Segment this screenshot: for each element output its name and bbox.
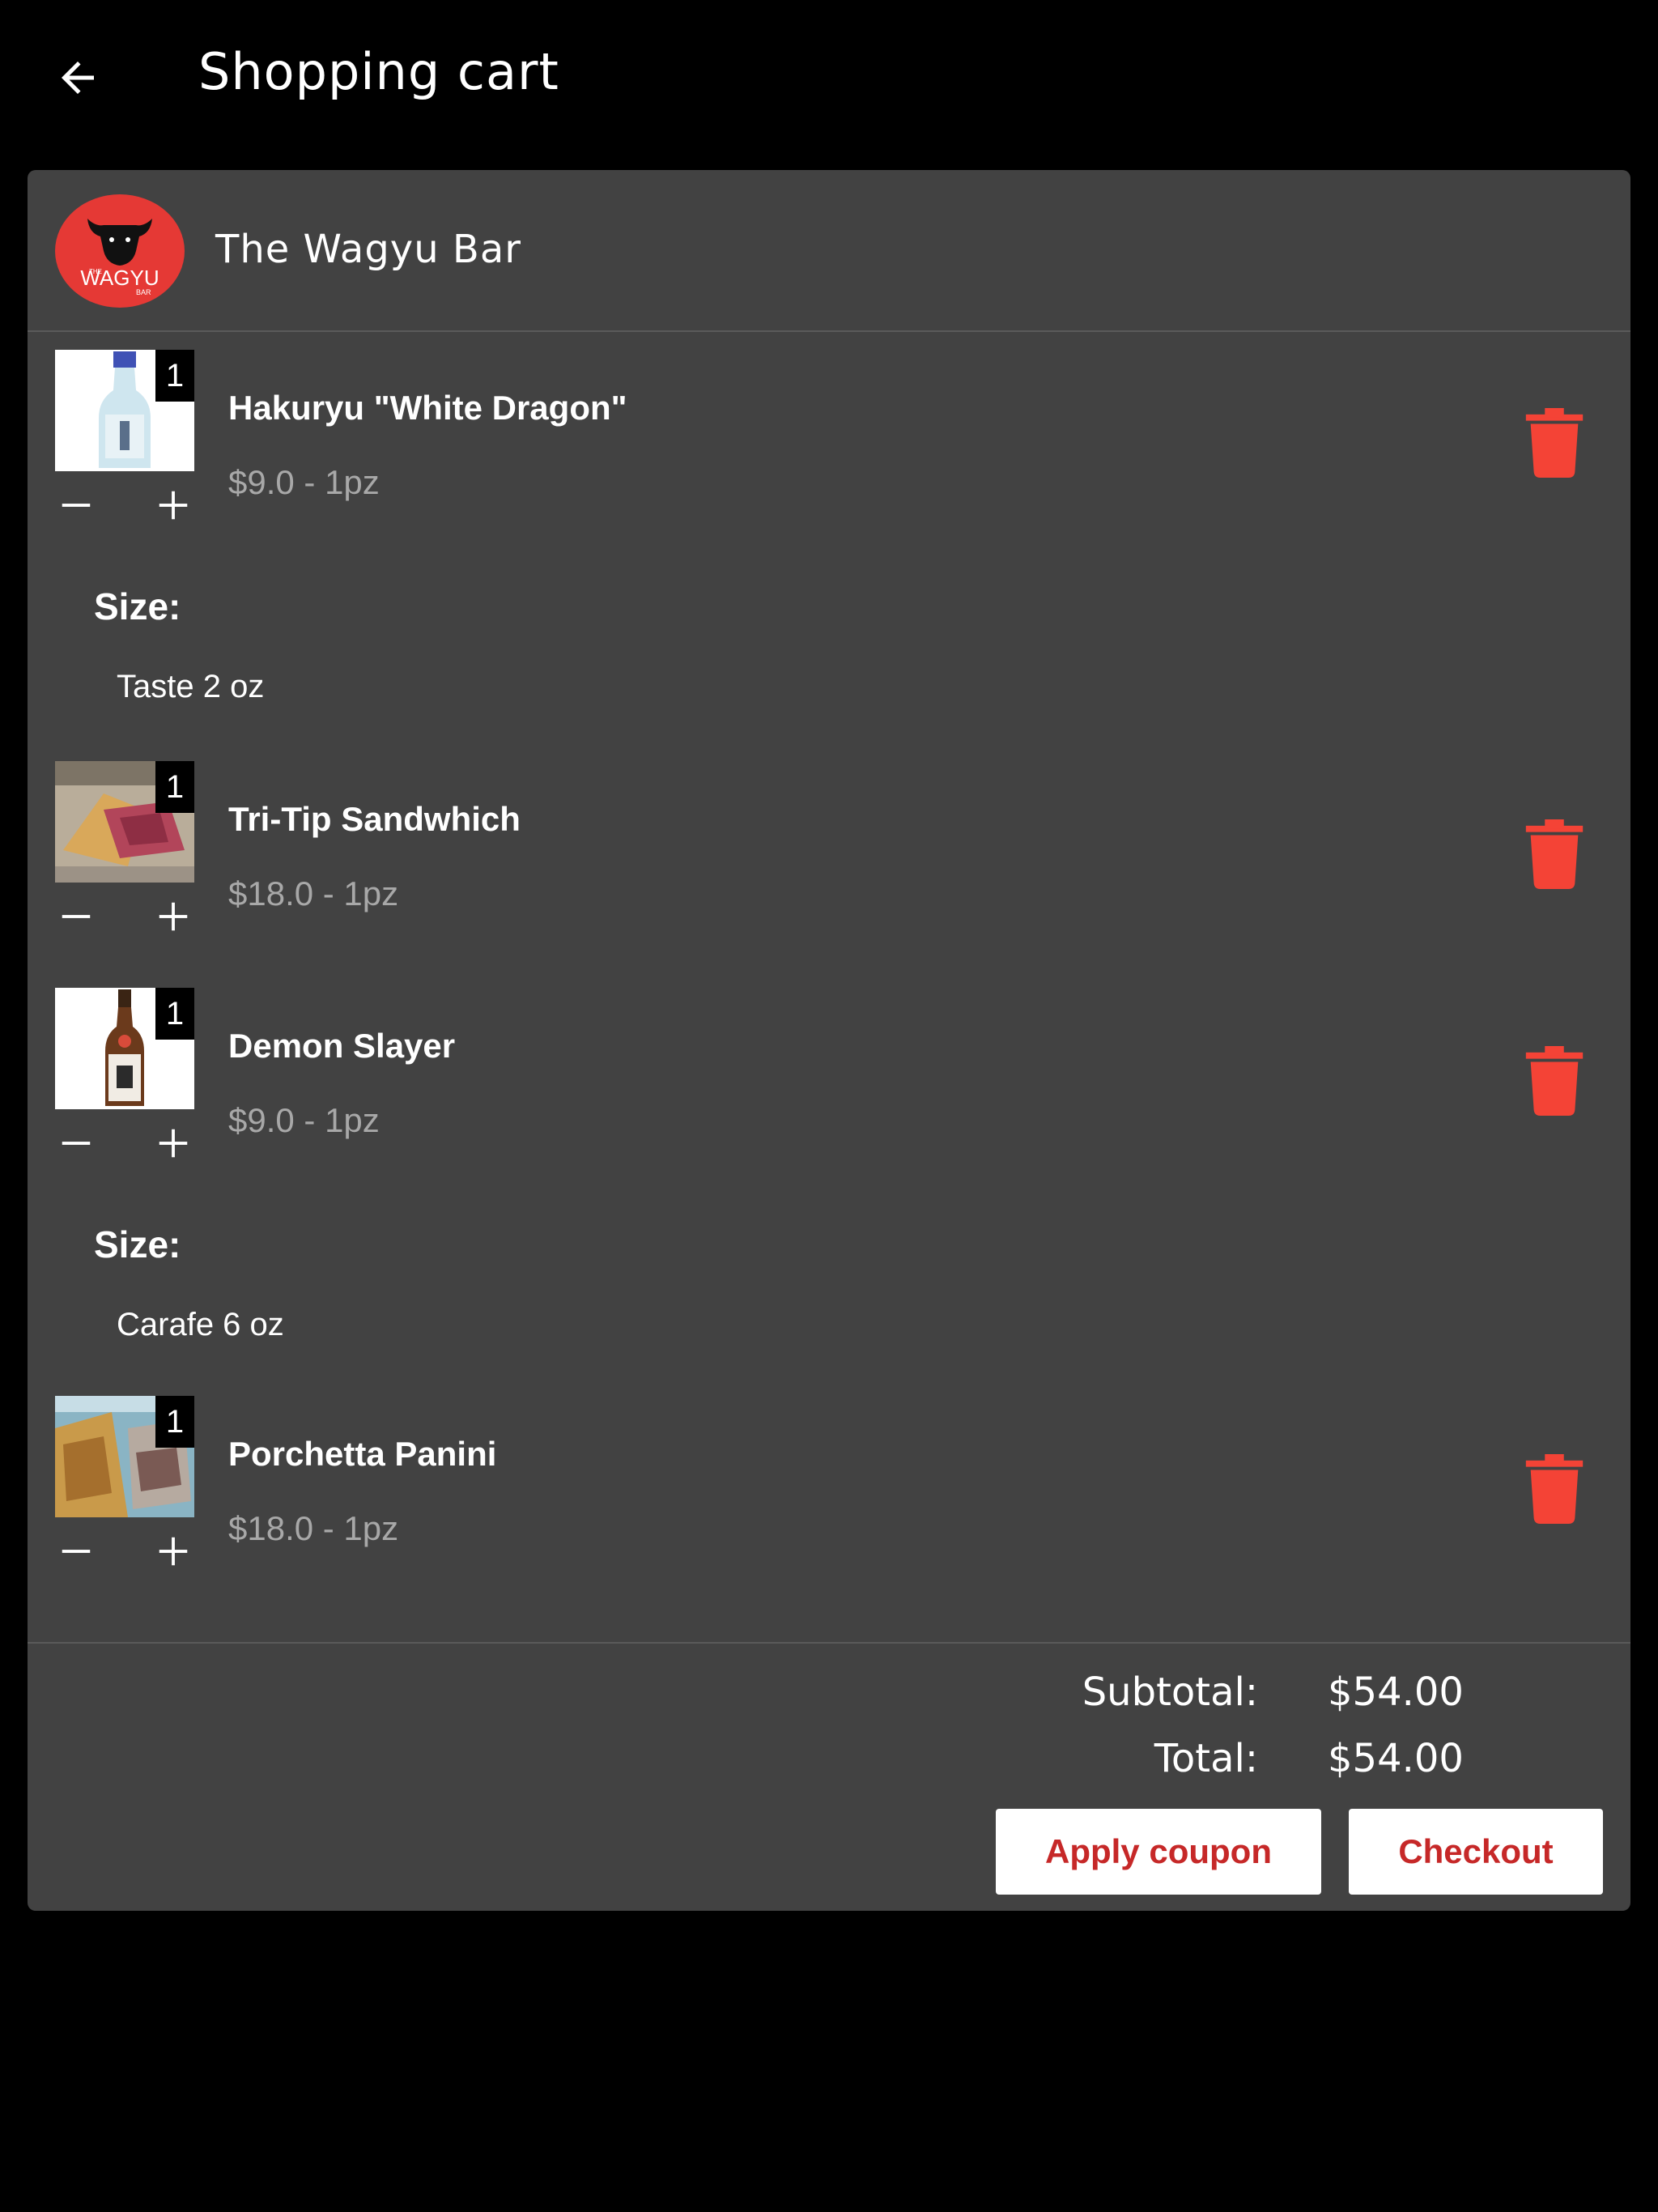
back-button[interactable] (45, 45, 110, 110)
delete-item-button[interactable] (1522, 818, 1587, 891)
arrow-left-icon (62, 62, 94, 94)
trash-icon (1525, 819, 1584, 889)
app-root: Shopping cart THE WAGYU BAR The Wagyu Ba… (0, 0, 1658, 2212)
plus-icon (159, 491, 188, 520)
subtotal-value: $54.00 (1328, 1670, 1464, 1715)
total-value: $54.00 (1328, 1736, 1464, 1781)
trash-icon (1525, 408, 1584, 478)
increase-quantity-button[interactable] (149, 1119, 198, 1168)
size-value: Taste 2 oz (117, 669, 265, 704)
delete-item-button[interactable] (1522, 1044, 1587, 1117)
item-name: Tri-Tip Sandwhich (228, 800, 521, 838)
increase-quantity-button[interactable] (149, 1527, 198, 1576)
store-logo: THE WAGYU BAR (55, 194, 185, 308)
item-price: $18.0 - 1pz (228, 1509, 399, 1547)
subtotal-label: Subtotal: (1082, 1670, 1258, 1715)
cart-item: 1 Tri-Tip Sandwhich $18.0 - 1pz (28, 761, 1630, 947)
checkout-button[interactable]: Checkout (1349, 1809, 1603, 1895)
trash-icon (1525, 1046, 1584, 1116)
item-name: Porchetta Panini (228, 1435, 497, 1473)
apply-coupon-button[interactable]: Apply coupon (996, 1809, 1321, 1895)
bull-logo-icon: THE WAGYU BAR (80, 219, 159, 296)
quantity-badge: 1 (155, 1396, 194, 1448)
logo-text-bottom: BAR (136, 288, 151, 296)
quantity-badge: 1 (155, 761, 194, 813)
item-price: $9.0 - 1pz (228, 1101, 380, 1139)
page-title: Shopping cart (198, 42, 559, 101)
minus-icon (62, 1142, 91, 1145)
item-name: Demon Slayer (228, 1027, 456, 1065)
item-price: $18.0 - 1pz (228, 874, 399, 912)
increase-quantity-button[interactable] (149, 481, 198, 530)
total-label: Total: (1154, 1736, 1258, 1781)
increase-quantity-button[interactable] (149, 892, 198, 941)
cart-card: THE WAGYU BAR The Wagyu Bar 1 Hakuryu "W… (28, 170, 1630, 1911)
plus-icon (159, 902, 188, 931)
minus-icon (62, 1550, 91, 1553)
plus-icon (159, 1537, 188, 1566)
item-name: Hakuryu "White Dragon" (228, 389, 627, 427)
cart-item: 1 Hakuryu "White Dragon" $9.0 - 1pz Size… (28, 350, 1630, 722)
decrease-quantity-button[interactable] (52, 1527, 100, 1576)
plus-icon (159, 1129, 188, 1158)
app-header: Shopping cart (0, 0, 1658, 154)
size-label: Size: (94, 585, 181, 627)
quantity-badge: 1 (155, 988, 194, 1040)
quantity-badge: 1 (155, 350, 194, 402)
trash-icon (1525, 1454, 1584, 1524)
delete-item-button[interactable] (1522, 406, 1587, 479)
size-label: Size: (94, 1223, 181, 1266)
minus-icon (62, 504, 91, 507)
decrease-quantity-button[interactable] (52, 1119, 100, 1168)
item-price: $9.0 - 1pz (228, 463, 380, 501)
minus-icon (62, 915, 91, 918)
decrease-quantity-button[interactable] (52, 892, 100, 941)
decrease-quantity-button[interactable] (52, 481, 100, 530)
cart-item: 1 Demon Slayer $9.0 - 1pz Size: Carafe 6… (28, 988, 1630, 1360)
delete-item-button[interactable] (1522, 1453, 1587, 1525)
totals-divider (28, 1642, 1630, 1644)
logo-text-main: WAGYU (80, 266, 159, 290)
store-header: THE WAGYU BAR The Wagyu Bar (28, 170, 1630, 332)
store-name: The Wagyu Bar (215, 227, 521, 272)
cart-item: 1 Porchetta Panini $18.0 - 1pz (28, 1396, 1630, 1582)
size-value: Carafe 6 oz (117, 1307, 284, 1342)
